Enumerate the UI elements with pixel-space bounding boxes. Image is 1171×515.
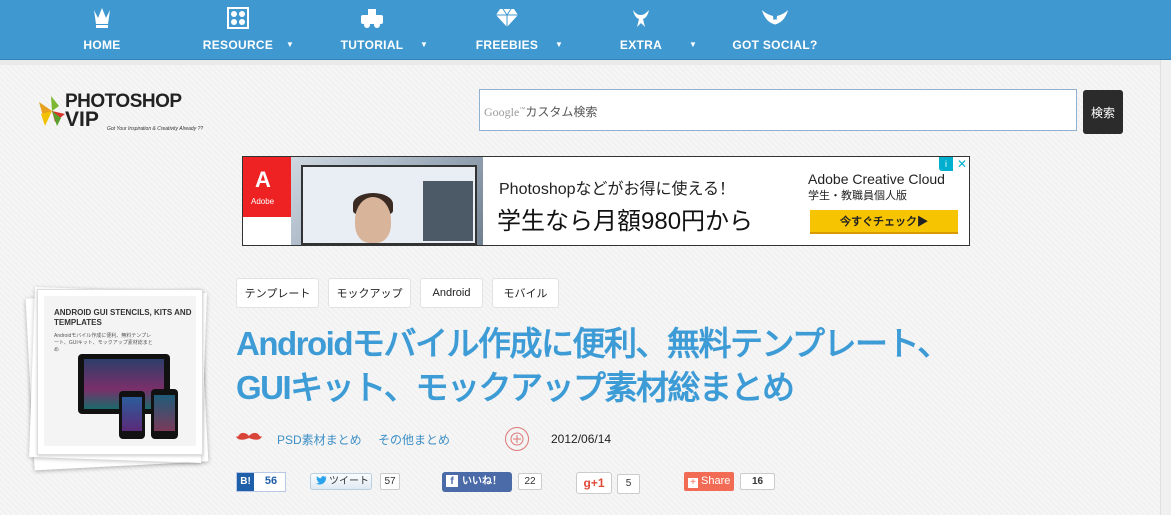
leaf-logo-icon bbox=[39, 96, 65, 126]
thumb-subtitle: Androidモバイル作成に便利、無料テンプレート、GUIキット、モックアップ素… bbox=[54, 333, 153, 353]
phone-screen bbox=[154, 395, 175, 431]
ad-person-face bbox=[355, 197, 391, 243]
ad-subtitle: 学生・教職員個人版 bbox=[808, 190, 907, 202]
chevron-down-icon[interactable]: ▼ bbox=[689, 40, 697, 49]
gplus-count: 5 bbox=[617, 474, 640, 494]
scrollbar[interactable] bbox=[1160, 60, 1171, 515]
nav-label: GOT SOCIAL? bbox=[732, 38, 818, 52]
adobe-logo: A Adobe bbox=[243, 157, 291, 217]
facebook-icon: f bbox=[446, 475, 458, 488]
phone-image bbox=[119, 391, 145, 439]
post-date: 2012/06/14 bbox=[551, 432, 612, 446]
ad-cta-button[interactable]: 今すぐチェック▶ bbox=[810, 210, 958, 234]
nav-item-home[interactable]: HOME bbox=[62, 0, 142, 59]
hatena-bookmark-button[interactable]: B! 56 bbox=[236, 472, 286, 492]
site-logo[interactable]: PHOTOSHOP VIP Got Your Inspiration & Cre… bbox=[37, 88, 207, 138]
hatena-icon: B! bbox=[237, 473, 254, 491]
wings-icon bbox=[730, 5, 820, 31]
chevron-down-icon[interactable]: ▼ bbox=[286, 40, 294, 49]
tag-mobile[interactable]: モバイル bbox=[492, 278, 559, 308]
hatena-count: 56 bbox=[264, 475, 278, 487]
facebook-like-button[interactable]: f いいね！ 22 bbox=[442, 472, 542, 492]
crown-icon bbox=[62, 5, 142, 31]
fb-like-label: いいね！ bbox=[462, 476, 502, 487]
fb-like-btn[interactable]: f いいね！ bbox=[442, 472, 512, 492]
ad-headline: Photoshopなどがお得に使える！ bbox=[499, 181, 736, 198]
share-label: Share bbox=[701, 475, 731, 487]
nav-item-resource[interactable]: RESOURCE bbox=[197, 0, 279, 59]
tweet-btn[interactable]: ツイート bbox=[310, 473, 372, 490]
search-placeholder-text: カスタム検索 bbox=[525, 105, 598, 119]
google-wordmark: Google bbox=[484, 105, 520, 119]
gplus-btn[interactable]: g+1 bbox=[576, 472, 612, 494]
nav-label: FREEBIES bbox=[475, 38, 539, 52]
google-plus-button[interactable]: g+1 5 bbox=[576, 472, 640, 494]
ad-banner[interactable]: A Adobe Photoshopなどがお得に使える！ 学生なら月額980円から… bbox=[242, 156, 970, 246]
article-title[interactable]: Androidモバイル作成に便利、無料テンプレート、GUIキット、モックアップ素… bbox=[236, 322, 996, 410]
twitter-bird-icon bbox=[316, 476, 327, 485]
tweet-count: 57 bbox=[380, 473, 400, 490]
bird-icon bbox=[610, 5, 672, 31]
tutorial-icon bbox=[334, 5, 410, 31]
phone-screen bbox=[122, 397, 142, 431]
search-input[interactable]: Google™カスタム検索 bbox=[479, 89, 1077, 131]
plus-icon: + bbox=[688, 478, 698, 488]
author-stamp-icon bbox=[505, 427, 529, 451]
ad-brand: Adobe Creative Cloud bbox=[808, 171, 945, 187]
thumb-title: ANDROID GUI STENCILS, KITS AND TEMPLATES bbox=[54, 308, 192, 327]
resource-icon bbox=[197, 5, 279, 31]
nav-label: HOME bbox=[83, 38, 121, 52]
tag-mockup[interactable]: モックアップ bbox=[328, 278, 411, 308]
share-count: 16 bbox=[740, 473, 775, 490]
diamond-icon bbox=[469, 5, 545, 31]
nav-label: RESOURCE bbox=[202, 38, 274, 52]
ad-ui-panel bbox=[423, 181, 473, 241]
category-link[interactable]: PSD素材まとめ bbox=[277, 431, 362, 448]
logo-tagline: Got Your Inspiration & Creativity Alread… bbox=[107, 126, 204, 132]
phone-image bbox=[151, 389, 178, 439]
addthis-share-button[interactable]: + Share 16 bbox=[684, 472, 776, 492]
article-thumbnail[interactable]: ANDROID GUI STENCILS, KITS AND TEMPLATES… bbox=[37, 289, 203, 455]
adobe-logo-letter: A bbox=[255, 167, 271, 192]
search-button[interactable]: 検索 bbox=[1083, 90, 1123, 134]
category-link[interactable]: その他まとめ bbox=[378, 431, 450, 448]
ad-monitor bbox=[301, 165, 477, 245]
close-icon[interactable]: ✕ bbox=[955, 157, 969, 171]
chevron-down-icon[interactable]: ▼ bbox=[555, 40, 563, 49]
tag-android[interactable]: Android bbox=[420, 278, 483, 308]
ad-info-icon[interactable]: i bbox=[939, 157, 953, 171]
nav-label: EXTRA bbox=[619, 38, 663, 52]
fb-like-count: 22 bbox=[518, 473, 542, 490]
nav-divider bbox=[0, 60, 1171, 65]
nav-item-extra[interactable]: EXTRA bbox=[610, 0, 672, 59]
share-btn[interactable]: + Share bbox=[684, 472, 734, 491]
tweet-button[interactable]: ツイート 57 bbox=[310, 472, 400, 492]
thumb-image: ANDROID GUI STENCILS, KITS AND TEMPLATES… bbox=[44, 296, 196, 446]
nav-item-tutorial[interactable]: TUTORIAL bbox=[334, 0, 410, 59]
search-placeholder: Google™カスタム検索 bbox=[484, 103, 597, 120]
nav-label: TUTORIAL bbox=[340, 38, 404, 52]
adobe-logo-text: Adobe bbox=[251, 197, 275, 206]
nav-item-got-social[interactable]: GOT SOCIAL? bbox=[730, 0, 820, 59]
nav-item-freebies[interactable]: FREEBIES bbox=[469, 0, 545, 59]
main-nav: HOME RESOURCE ▼ TUTORIAL ▼ FREEBIES ▼ EX… bbox=[0, 0, 1171, 60]
mustache-icon bbox=[236, 432, 262, 440]
logo-line2: VIP bbox=[65, 108, 99, 131]
tweet-label: ツイート bbox=[329, 476, 369, 487]
chevron-down-icon[interactable]: ▼ bbox=[420, 40, 428, 49]
ad-photo bbox=[291, 157, 483, 245]
ad-price: 学生なら月額980円から bbox=[497, 208, 754, 235]
tag-template[interactable]: テンプレート bbox=[236, 278, 319, 308]
